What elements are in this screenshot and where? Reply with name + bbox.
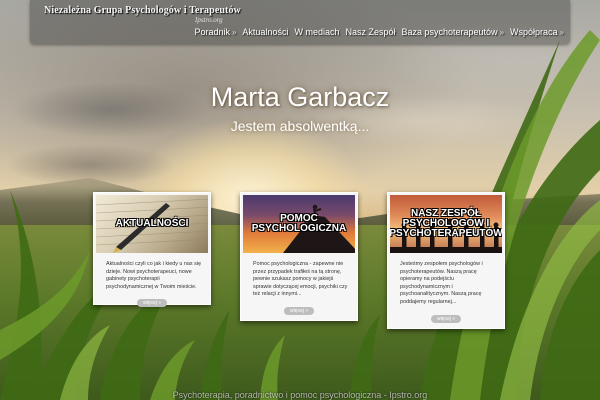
card-excerpt: Aktualności czyli co jak i kiedy u nas s…: [106, 261, 201, 290]
dropdown-arrow-icon: »: [231, 28, 237, 37]
nav-item-poradnik[interactable]: Poradnik»: [194, 27, 236, 37]
card-title: POMOC PSYCHOLOGICZNA: [251, 213, 347, 234]
card-image-news: AKTUALNOŚCI: [96, 195, 208, 253]
dropdown-arrow-icon: »: [499, 28, 505, 37]
site-domain: Ipstro.org: [195, 16, 223, 24]
card-image-team: NASZ ZESPÓŁ PSYCHOLOGÓW I PSYCHOTERAPEUT…: [390, 195, 502, 253]
dropdown-arrow-icon: »: [559, 28, 564, 37]
read-more-button[interactable]: więcej »: [431, 314, 461, 323]
card-aktualnosci[interactable]: AKTUALNOŚCI Aktualności czyli co jak i k…: [93, 192, 211, 308]
nav-item-aktualnosci[interactable]: Aktualności: [242, 27, 288, 37]
card-pomoc-psychologiczna[interactable]: POMOC PSYCHOLOGICZNA Pomoc psychologiczn…: [240, 192, 358, 321]
card-title: NASZ ZESPÓŁ PSYCHOLOGÓW I PSYCHOTERAPEUT…: [390, 208, 502, 239]
hero-subtitle: Jestem absolwentką...: [230, 118, 370, 134]
hero-title: Marta Garbacz: [210, 82, 390, 112]
nav-item-nasz-zespol[interactable]: Nasz Zespół: [345, 27, 395, 37]
site-logo[interactable]: Niezależna Grupa Psychologów i Terapeutó…: [44, 5, 241, 16]
nav-item-wspolpraca[interactable]: Współpraca»: [510, 27, 564, 37]
card-excerpt: Pomoc psychologiczna - zapewne nie przez…: [253, 261, 348, 298]
header-bar: Niezależna Grupa Psychologów i Terapeutó…: [30, 0, 570, 44]
footer-text: Psychoterapia, poradnictwo i pomoc psych…: [172, 390, 428, 400]
nav-item-baza-psychoterapeutow[interactable]: Baza psychoterapeutów»: [402, 27, 505, 37]
read-more-button[interactable]: więcej »: [284, 306, 314, 315]
main-nav: Poradnik» Aktualności W mediach Nasz Zes…: [194, 27, 564, 37]
nav-item-w-mediach[interactable]: W mediach: [294, 27, 339, 37]
read-more-button[interactable]: więcej »: [137, 299, 167, 308]
card-image-help: POMOC PSYCHOLOGICZNA: [243, 195, 355, 253]
card-title: AKTUALNOŚCI: [115, 218, 189, 229]
card-nasz-zespol[interactable]: NASZ ZESPÓŁ PSYCHOLOGÓW I PSYCHOTERAPEUT…: [387, 192, 505, 329]
card-excerpt: Jesteśmy zespołem psychologów i psychote…: [400, 261, 483, 305]
